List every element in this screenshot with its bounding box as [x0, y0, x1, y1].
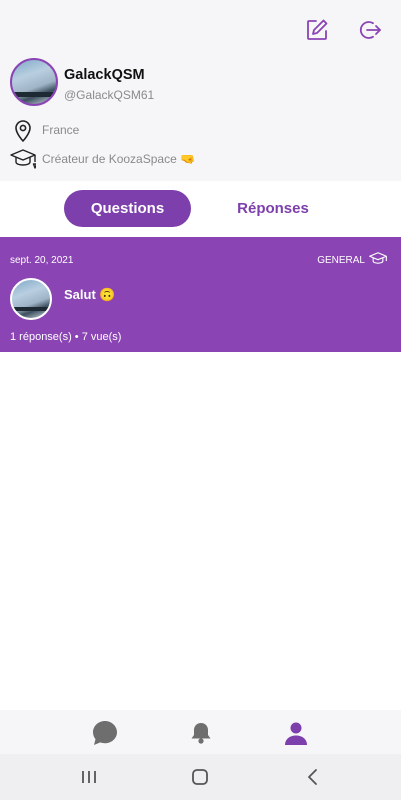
bell-icon	[191, 723, 211, 744]
logout-icon	[359, 21, 381, 39]
question-category: GENERAL	[317, 255, 365, 266]
recent-apps-button[interactable]	[76, 764, 102, 790]
logout-button[interactable]	[356, 16, 384, 44]
location-pin-icon	[15, 120, 31, 142]
system-navigation-bar	[0, 754, 401, 800]
question-stats: 1 réponse(s) • 7 vue(s)	[10, 331, 122, 343]
recent-apps-icon	[82, 771, 96, 783]
profile-tabs: Questions Réponses	[0, 181, 401, 237]
profile-screen: GalackQSM @GalackQSM61 France Créateur d…	[0, 0, 401, 800]
profile-bio: Créateur de KoozaSpace 🤜	[42, 152, 196, 166]
bottom-navigation	[0, 710, 401, 754]
graduation-cap-icon	[369, 252, 387, 264]
avatar[interactable]	[10, 58, 58, 106]
nav-notifications[interactable]	[186, 718, 216, 748]
profile-handle: @GalackQSM61	[64, 88, 155, 102]
tab-questions[interactable]: Questions	[64, 190, 191, 227]
profile-location: France	[42, 123, 80, 137]
nav-profile[interactable]	[281, 718, 311, 748]
edit-square-icon	[307, 19, 328, 40]
question-card[interactable]: sept. 20, 2021 GENERAL Salut 🙃 1 réponse…	[0, 237, 401, 352]
question-title: Salut 🙃	[64, 287, 116, 302]
profile-header: GalackQSM @GalackQSM61 France Créateur d…	[0, 0, 401, 181]
graduation-cap-icon	[10, 149, 36, 169]
chevron-left-icon	[308, 769, 317, 785]
question-author-avatar[interactable]	[10, 278, 52, 320]
question-date: sept. 20, 2021	[10, 255, 74, 266]
nav-messages[interactable]	[90, 718, 120, 748]
back-button[interactable]	[300, 764, 326, 790]
tab-answers[interactable]: Réponses	[213, 190, 333, 227]
edit-profile-button[interactable]	[303, 16, 331, 44]
user-icon	[285, 722, 307, 745]
chat-bubble-icon	[93, 721, 117, 745]
profile-username: GalackQSM	[64, 67, 145, 83]
home-button[interactable]	[187, 764, 213, 790]
home-icon	[192, 769, 208, 785]
